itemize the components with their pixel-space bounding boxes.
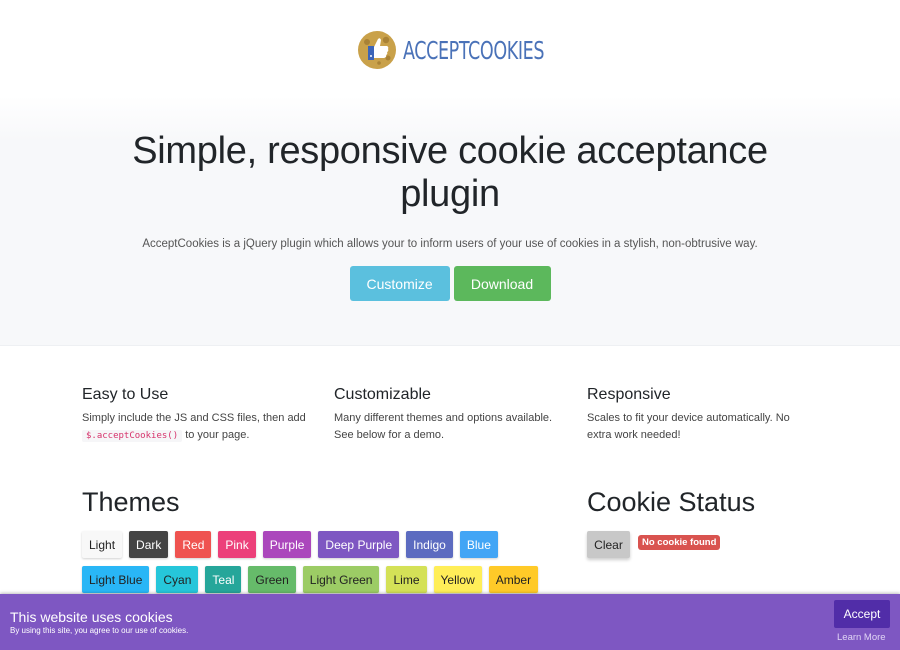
feature-title: Customizable — [334, 386, 431, 403]
site-header: ACCEPTCOOKIES — [0, 0, 900, 100]
hero-section: Simple, responsive cookie acceptance plu… — [0, 96, 900, 346]
themes-heading: Themes — [82, 487, 180, 517]
logo-text: ACCEPTCOOKIES — [402, 35, 544, 65]
theme-button-amber[interactable]: Amber — [488, 566, 539, 593]
cookie-bar-subtitle: By using this site, you agree to our use… — [10, 626, 189, 635]
theme-button-red[interactable]: Red — [175, 531, 212, 558]
status-badge: No cookie found — [638, 535, 721, 550]
feature-title: Responsive — [587, 386, 671, 403]
cookie-bar-title: This website uses cookies — [10, 609, 173, 625]
download-button[interactable]: Download — [453, 266, 551, 301]
feature-responsive: Responsive Scales to fit your device aut… — [587, 386, 817, 444]
hero-lead: AcceptCookies is a jQuery plugin which a… — [142, 238, 758, 250]
theme-button-light-blue[interactable]: Light Blue — [82, 566, 150, 593]
theme-button-green[interactable]: Green — [248, 566, 296, 593]
theme-button-dark[interactable]: Dark — [129, 531, 169, 558]
theme-button-teal[interactable]: Teal — [205, 566, 242, 593]
feature-text: Simply include the JS and CSS files, the… — [82, 410, 312, 445]
themes-grid: Light Dark Red Pink Purple Deep Purple Indigo B… — [82, 531, 562, 593]
learn-more-link[interactable]: Learn More — [837, 632, 886, 643]
theme-button-yellow[interactable]: Yellow — [433, 566, 482, 593]
accept-button[interactable]: Accept — [834, 600, 890, 628]
theme-button-purple[interactable]: Purple — [262, 531, 312, 558]
cookie-consent-bar: This website uses cookies By using this … — [0, 594, 900, 650]
feature-easy-to-use: Easy to Use Simply include the JS and CS… — [82, 386, 312, 445]
cookie-status-heading: Cookie Status — [587, 487, 756, 517]
feature-text-after: to your page. — [185, 429, 250, 441]
theme-button-light[interactable]: Light — [82, 531, 123, 558]
theme-button-deep-purple[interactable]: Deep Purple — [318, 531, 400, 558]
customize-button[interactable]: Customize — [349, 266, 450, 301]
cookie-thumbs-up-icon — [357, 31, 396, 69]
code-snippet: $.acceptCookies() — [82, 430, 183, 442]
theme-button-indigo[interactable]: Indigo — [406, 531, 453, 558]
theme-button-cyan[interactable]: Cyan — [156, 566, 199, 593]
cookie-status-row: Clear No cookie found — [587, 531, 721, 558]
clear-button[interactable]: Clear — [587, 531, 630, 558]
feature-title: Easy to Use — [82, 386, 169, 403]
hero-buttons: Customize Download — [0, 266, 900, 301]
theme-button-blue[interactable]: Blue — [459, 531, 498, 558]
page-title: Simple, responsive cookie acceptance plu… — [132, 130, 768, 215]
feature-text-before: Simply include the JS and CSS files, the… — [82, 412, 306, 424]
theme-button-light-green[interactable]: Light Green — [302, 566, 380, 593]
feature-text: Scales to fit your device automatically.… — [587, 412, 790, 441]
theme-button-pink[interactable]: Pink — [218, 531, 256, 558]
feature-text: Many different themes and options availa… — [334, 412, 553, 441]
theme-button-lime[interactable]: Lime — [386, 566, 427, 593]
feature-customizable: Customizable Many different themes and o… — [334, 386, 564, 444]
